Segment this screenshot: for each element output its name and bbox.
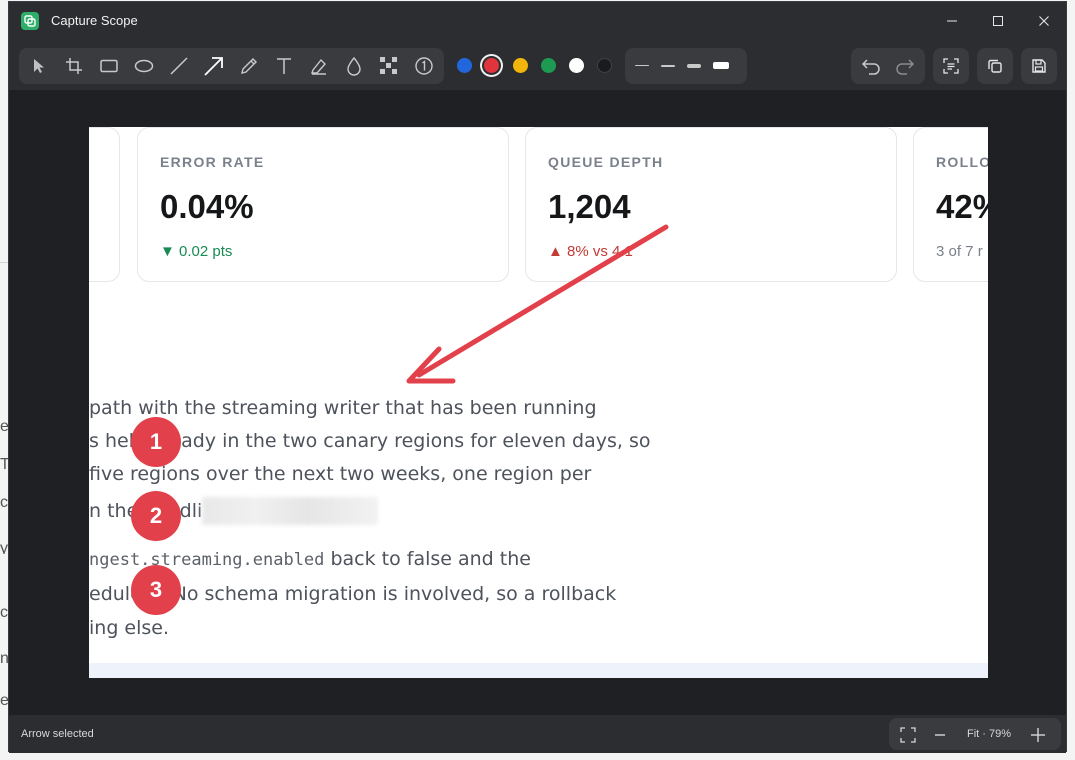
maximize-button[interactable] [975, 6, 1021, 36]
scan-text-icon [943, 58, 959, 74]
color-swatch-blue[interactable] [457, 58, 472, 73]
stroke-medium[interactable] [661, 65, 675, 67]
fit-screen-icon [900, 727, 916, 743]
text-tool-button[interactable] [267, 48, 301, 84]
highlighter-icon [311, 58, 326, 75]
save-icon [1032, 59, 1046, 73]
copy-icon [988, 59, 1002, 73]
undo-icon [861, 59, 880, 75]
maximize-icon [993, 16, 1003, 26]
zoom-out-button[interactable] [929, 724, 951, 746]
crop-tool-button[interactable] [57, 48, 91, 84]
step-badge-2[interactable]: 2 [131, 491, 181, 541]
editor-canvas[interactable]: ERROR RATE 0.04% ▼ 0.02 pts QUEUE DEPTH … [9, 90, 1066, 715]
arrow-annotation[interactable] [89, 127, 988, 678]
status-text: Arrow selected [21, 728, 94, 740]
save-button[interactable] [1022, 48, 1056, 84]
minimize-icon [947, 20, 957, 22]
tool-group [19, 48, 444, 84]
line-tool-button[interactable] [162, 48, 196, 84]
step-badge-3[interactable]: 3 [131, 565, 181, 615]
app-window: Capture Scope ERROR RATE 0.04% ▼ 0.02 pt… [8, 1, 1067, 753]
title-bar[interactable]: Capture Scope [9, 2, 1066, 38]
copy-button[interactable] [978, 48, 1012, 84]
minimize-button[interactable] [929, 6, 975, 36]
color-swatch-red-selected[interactable] [484, 58, 499, 73]
step-badge-1[interactable]: 1 [131, 417, 181, 467]
arrow-tool-button[interactable] [197, 48, 231, 84]
pixelate-icon [380, 57, 397, 74]
extract-text-button[interactable] [934, 48, 968, 84]
app-logo-icon [21, 12, 39, 30]
plus-icon [1031, 728, 1045, 742]
close-button[interactable] [1021, 6, 1067, 36]
redo-icon [896, 59, 915, 75]
text-icon [277, 58, 291, 74]
status-bar: Arrow selected Fit · 79% [9, 715, 1066, 753]
fit-to-window-button[interactable] [897, 724, 919, 746]
zoom-controls: Fit · 79% [889, 718, 1061, 750]
close-icon [1039, 16, 1049, 26]
crop-icon [66, 58, 82, 74]
stroke-extra-thick-selected[interactable] [713, 62, 729, 69]
minus-icon [935, 734, 945, 736]
window-title: Capture Scope [51, 13, 138, 28]
history-group [851, 48, 925, 84]
rectangle-tool-button[interactable] [92, 48, 126, 84]
captured-screenshot[interactable]: ERROR RATE 0.04% ▼ 0.02 pts QUEUE DEPTH … [89, 127, 988, 678]
ocr-group [933, 48, 969, 84]
pen-icon [241, 58, 257, 74]
copy-group [977, 48, 1013, 84]
arrow-icon [204, 57, 223, 76]
ellipse-icon [134, 59, 154, 73]
stroke-thin[interactable] [635, 65, 649, 66]
zoom-level: Fit · 79% [967, 728, 1012, 740]
color-swatch-black[interactable] [597, 58, 612, 73]
select-pointer-icon [34, 59, 44, 73]
annotation-toolbar [9, 38, 1066, 90]
color-swatch-green[interactable] [541, 58, 556, 73]
undo-button[interactable] [854, 48, 888, 84]
zoom-in-button[interactable] [1027, 724, 1049, 746]
color-swatch-white[interactable] [569, 58, 584, 73]
pen-tool-button[interactable] [232, 48, 266, 84]
ellipse-tool-button[interactable] [127, 48, 161, 84]
step-number-icon [415, 57, 433, 75]
select-tool-button[interactable] [22, 48, 56, 84]
highlighter-tool-button[interactable] [302, 48, 336, 84]
redo-button[interactable] [888, 48, 922, 84]
stroke-width-group [625, 48, 747, 84]
line-icon [170, 57, 188, 75]
step-number-tool-button[interactable] [407, 48, 441, 84]
blur-tool-button[interactable] [337, 48, 371, 84]
color-swatch-yellow[interactable] [513, 58, 528, 73]
pixelate-tool-button[interactable] [372, 48, 406, 84]
rectangle-icon [100, 59, 118, 73]
save-group [1021, 48, 1057, 84]
blur-drop-icon [347, 56, 361, 76]
stroke-thick[interactable] [687, 64, 701, 68]
